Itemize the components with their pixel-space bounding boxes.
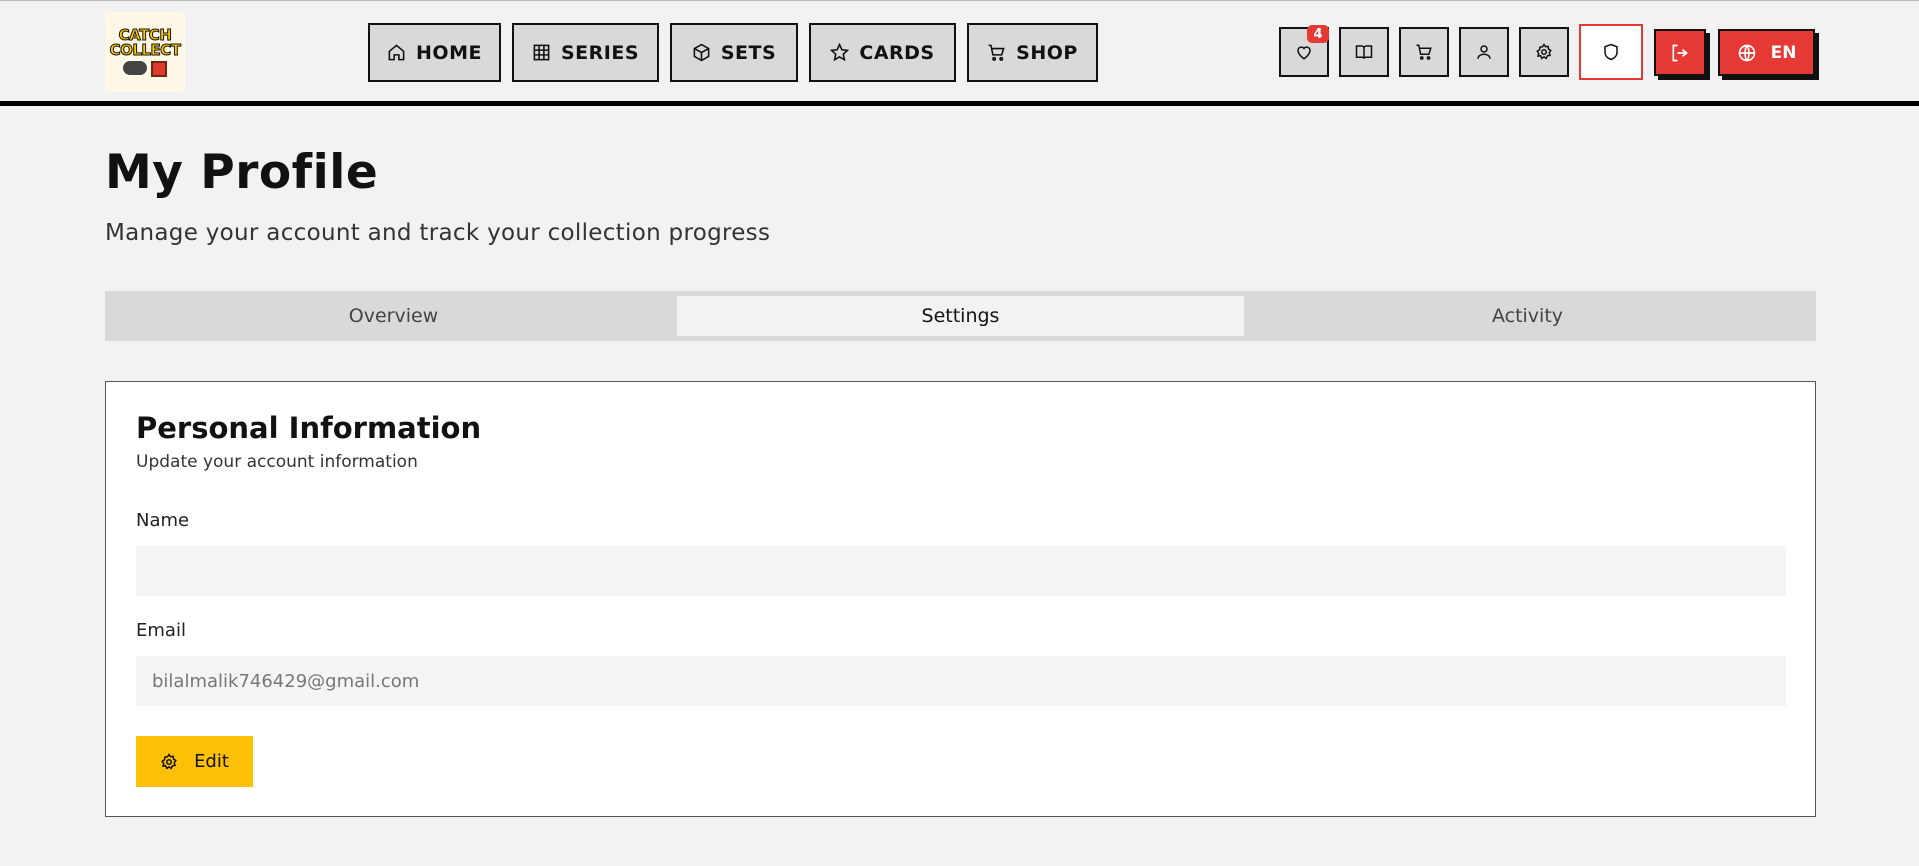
logo-text-line2: COLLECT xyxy=(109,40,181,59)
logo-graphic xyxy=(123,60,167,77)
shield-icon xyxy=(1604,43,1618,61)
chest-icon xyxy=(151,60,167,77)
wishlist-button[interactable]: 4 xyxy=(1279,25,1329,77)
logout-button[interactable] xyxy=(1654,29,1706,76)
language-label: EN xyxy=(1770,42,1797,63)
top-header: CATCH COLLECT HOME SERIES SETS CARDS SHO… xyxy=(0,0,1919,106)
nav-shop-button[interactable]: SHOP xyxy=(967,23,1098,82)
logout-icon xyxy=(1672,44,1689,61)
catch-collect-logo[interactable]: CATCH COLLECT xyxy=(105,12,185,92)
nav-sets-label: SETS xyxy=(720,41,777,64)
globe-icon xyxy=(1738,44,1755,61)
tab-settings[interactable]: Settings xyxy=(677,296,1244,336)
name-label: Name xyxy=(136,510,190,531)
email-field[interactable] xyxy=(136,656,1786,706)
wishlist-count-badge: 4 xyxy=(1307,25,1329,43)
home-icon xyxy=(388,44,405,61)
language-button[interactable]: EN xyxy=(1718,29,1815,76)
heart-icon xyxy=(1297,46,1311,60)
profile-button[interactable] xyxy=(1459,27,1509,77)
nav-series-button[interactable]: SERIES xyxy=(512,23,659,82)
nav-home-label: HOME xyxy=(416,41,482,64)
gamepad-icon xyxy=(123,60,147,75)
nav-sets-button[interactable]: SETS xyxy=(670,23,798,82)
name-field[interactable] xyxy=(136,546,1786,596)
box-icon xyxy=(693,43,710,62)
personal-information-card: Personal Information Update your account… xyxy=(105,381,1816,817)
nav-series-label: SERIES xyxy=(560,41,640,64)
gear-icon xyxy=(1536,43,1552,60)
edit-label: Edit xyxy=(194,751,229,772)
cart-icon xyxy=(988,44,1005,61)
main-nav: HOME SERIES SETS CARDS SHOP xyxy=(368,23,1098,82)
book-open-icon xyxy=(1355,45,1373,59)
nav-home-button[interactable]: HOME xyxy=(368,23,501,82)
tab-activity[interactable]: Activity xyxy=(1244,296,1811,336)
nav-cards-label: CARDS xyxy=(859,41,935,64)
user-icon xyxy=(1477,45,1491,59)
card-title: Personal Information xyxy=(136,411,482,445)
star-icon xyxy=(830,43,850,62)
nav-shop-label: SHOP xyxy=(1016,41,1078,64)
cart-icon xyxy=(1416,44,1432,60)
page-title: My Profile xyxy=(105,145,379,200)
page-subtitle: Manage your account and track your colle… xyxy=(105,220,771,246)
nav-cards-button[interactable]: CARDS xyxy=(809,23,956,82)
settings-button[interactable] xyxy=(1519,27,1569,77)
grid-icon xyxy=(533,44,550,61)
edit-button[interactable]: Edit xyxy=(136,736,253,787)
collection-button[interactable] xyxy=(1339,27,1389,77)
cart-button[interactable] xyxy=(1399,27,1449,77)
admin-button[interactable] xyxy=(1579,24,1643,80)
tab-overview[interactable]: Overview xyxy=(110,296,677,336)
gear-icon xyxy=(161,752,177,769)
profile-tabs: Overview Settings Activity xyxy=(105,291,1816,341)
email-label: Email xyxy=(136,620,186,641)
card-subtitle: Update your account information xyxy=(136,452,418,472)
